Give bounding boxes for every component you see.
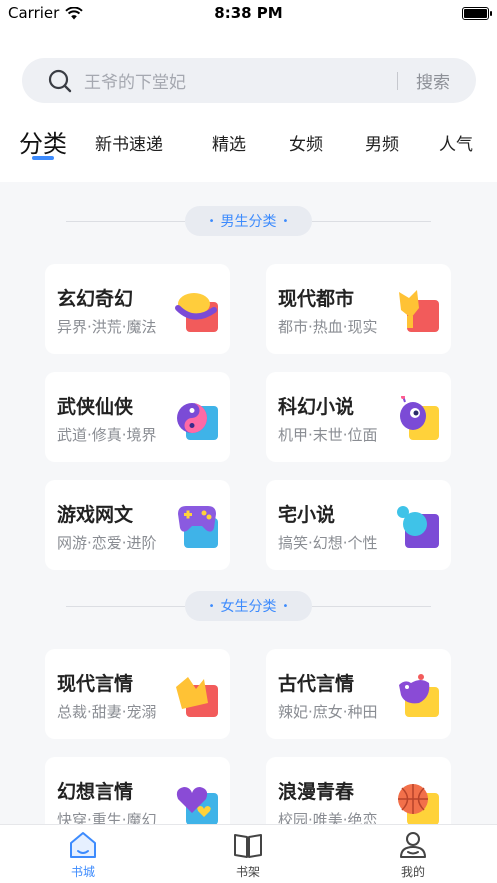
yin-yang-icon <box>177 403 218 440</box>
category-card[interactable]: 玄幻奇幻 异界·洪荒·魔法 <box>45 264 230 354</box>
category-subtitle: 机甲·末世·位面 <box>278 426 378 444</box>
category-card[interactable]: 古代言情 辣妃·庶女·种田 <box>266 649 451 739</box>
tab-indicator <box>32 156 54 160</box>
category-title: 游戏网文 <box>57 504 134 526</box>
category-card[interactable]: 游戏网文 网游·恋爱·进阶 <box>45 480 230 570</box>
search-bar[interactable]: 王爷的下堂妃 搜索 <box>22 58 476 103</box>
gamepad-icon <box>178 506 218 548</box>
category-subtitle: 快穿·重生·魔幻 <box>57 811 157 824</box>
section-title-female: 女生分类 <box>220 599 277 615</box>
category-card[interactable]: 幻想言情 快穿·重生·魔幻 <box>45 757 230 824</box>
category-title: 武侠仙侠 <box>57 396 134 418</box>
search-button[interactable]: 搜索 <box>416 68 450 93</box>
crown-icon <box>176 677 218 717</box>
tab-new-books[interactable]: 新书速递 <box>95 130 163 155</box>
search-icon <box>48 69 72 92</box>
status-bar: Carrier 8:38 PM <box>0 0 497 26</box>
nav-bookstore-label: 书城 <box>70 865 95 879</box>
category-subtitle: 搞笑·幻想·个性 <box>278 534 378 552</box>
tab-category[interactable]: 分类 <box>19 124 67 159</box>
nav-bookshelf-label: 书架 <box>235 865 260 879</box>
basketball-icon <box>398 784 439 824</box>
nav-mine[interactable]: 我的 <box>383 831 443 880</box>
search-divider <box>397 71 398 90</box>
user-icon <box>400 832 426 858</box>
category-title: 现代都市 <box>278 288 355 310</box>
home-icon <box>70 832 96 858</box>
status-time: 8:38 PM <box>214 4 283 22</box>
book-icon <box>234 834 262 858</box>
category-tabs: 分类 新书速递 精选 女频 男频 人气 <box>0 118 497 178</box>
category-title: 宅小说 <box>278 504 336 526</box>
section-title-male: 男生分类 <box>220 214 277 230</box>
bubble-icon <box>397 506 439 548</box>
battery-icon <box>462 6 492 20</box>
category-subtitle: 网游·恋爱·进阶 <box>57 534 157 552</box>
bottom-nav: 书城 书架 我的 <box>0 824 497 883</box>
section-header-male: • 男生分类 • <box>0 206 497 236</box>
category-subtitle: 校园·唯美·绝恋 <box>278 811 378 824</box>
category-card[interactable]: 武侠仙侠 武道·修真·境界 <box>45 372 230 462</box>
tab-popular[interactable]: 人气 <box>439 130 473 155</box>
fantasy-icon <box>175 293 218 332</box>
category-content[interactable]: • 男生分类 • 玄幻奇幻 异界·洪荒·魔法 现代都市 都市·热血·现实 武侠仙… <box>0 182 497 824</box>
category-card[interactable]: 科幻小说 机甲·末世·位面 <box>266 372 451 462</box>
category-title: 现代言情 <box>57 673 134 695</box>
category-title: 玄幻奇幻 <box>57 288 134 310</box>
category-subtitle: 异界·洪荒·魔法 <box>57 318 157 336</box>
category-card[interactable]: 浪漫青春 校园·唯美·绝恋 <box>266 757 451 824</box>
category-subtitle: 武道·修真·境界 <box>57 426 157 444</box>
tab-featured[interactable]: 精选 <box>212 130 246 155</box>
nav-mine-label: 我的 <box>400 865 425 879</box>
tab-female[interactable]: 女频 <box>289 130 323 155</box>
tab-male[interactable]: 男频 <box>365 130 399 155</box>
category-title: 浪漫青春 <box>278 781 355 803</box>
city-icon <box>399 290 439 332</box>
alien-icon <box>400 396 439 440</box>
nav-bookshelf[interactable]: 书架 <box>218 831 278 880</box>
category-subtitle: 都市·热血·现实 <box>278 318 378 336</box>
category-title: 幻想言情 <box>57 781 134 803</box>
category-title: 科幻小说 <box>278 396 355 418</box>
category-card[interactable]: 现代都市 都市·热血·现实 <box>266 264 451 354</box>
category-card[interactable]: 宅小说 搞笑·幻想·个性 <box>266 480 451 570</box>
search-input[interactable]: 王爷的下堂妃 <box>84 68 397 93</box>
category-card[interactable]: 现代言情 总裁·甜妻·宠溺 <box>45 649 230 739</box>
bird-icon <box>399 674 439 717</box>
category-subtitle: 总裁·甜妻·宠溺 <box>57 703 157 721</box>
category-subtitle: 辣妃·庶女·种田 <box>278 703 378 721</box>
heart-icon <box>176 787 218 824</box>
section-header-female: • 女生分类 • <box>0 591 497 621</box>
nav-bookstore[interactable]: 书城 <box>53 831 113 880</box>
category-title: 古代言情 <box>278 673 355 695</box>
